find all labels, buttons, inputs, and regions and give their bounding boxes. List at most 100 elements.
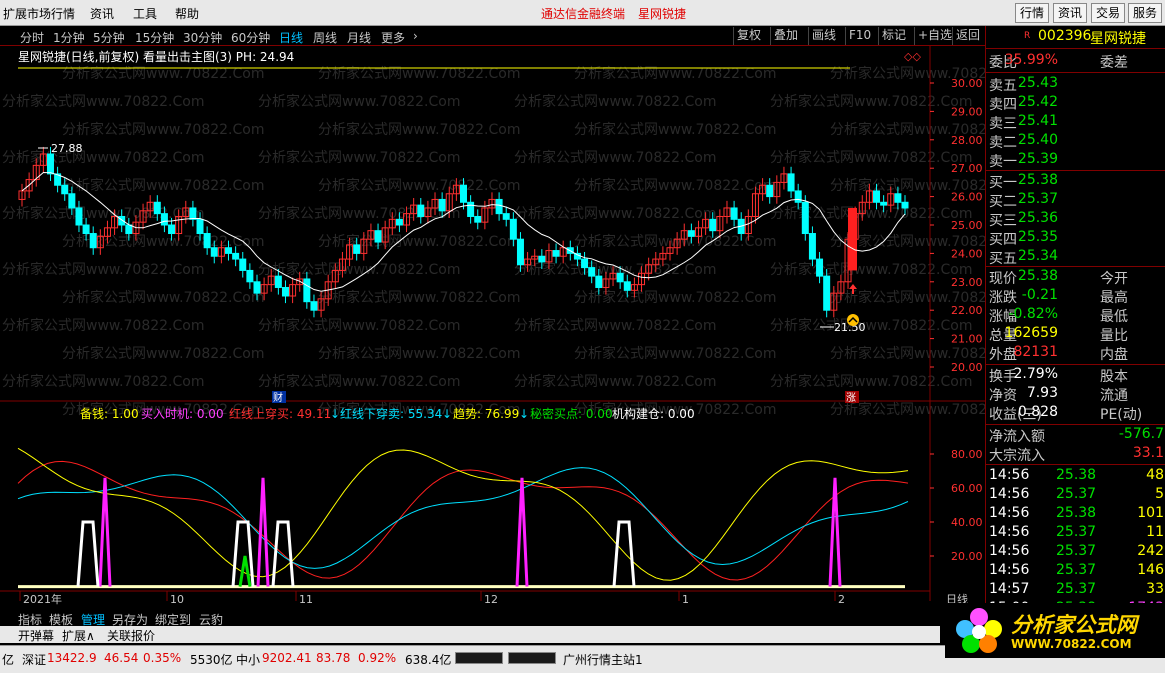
server-status[interactable]: 广州行情主站1 [563, 651, 643, 668]
draw-line-button[interactable]: 画线 [808, 27, 839, 45]
watermark-text: 分析家公式网www.70822.Com [514, 261, 716, 278]
stat-label-2: 今开 [1100, 271, 1128, 287]
f10-button[interactable]: F10 [845, 27, 874, 45]
indicator-tab-bar: 指标 模板 管理 另存为 绑定到 云豹 [0, 610, 940, 627]
candle-body [730, 207, 738, 220]
trade-button[interactable]: 交易 [1091, 3, 1126, 23]
stat-row: 总量 162659 量比 [986, 325, 1165, 344]
related-quote-button[interactable]: 关联报价 [107, 627, 155, 644]
watermark-text: 分析家公式网www.70822.Com [514, 205, 716, 222]
candle-body [616, 272, 624, 283]
period-tab-60min[interactable]: 60分钟 [231, 29, 270, 46]
watermark-text: 分析家公式网www.70822.Com [318, 233, 520, 250]
flow-row: 净流入额 -576.7 [986, 426, 1165, 445]
kline-chart[interactable]: 分析家公式网www.70822.Com 分析家公式网www.70822.Com 分析… [0, 46, 985, 610]
period-tab-5min[interactable]: 5分钟 [93, 29, 125, 46]
candle-body [203, 233, 211, 249]
info-label-2: 股本 [1100, 369, 1128, 385]
candle-body [623, 281, 631, 291]
candle-body [160, 213, 168, 226]
watermark-text: 分析家公式网www.70822.Com [574, 177, 776, 194]
separator [986, 464, 1165, 465]
candle-body [509, 218, 517, 240]
back-button[interactable]: 返回 [952, 27, 983, 45]
candle-body [516, 238, 524, 266]
candle-body [901, 201, 909, 209]
candle-body [823, 275, 831, 311]
period-tab-more[interactable]: 更多 [381, 29, 405, 46]
buy-zone-marker [76, 520, 100, 587]
tick-row: 14:56 25.37 11 [986, 524, 1165, 543]
stat-label-2: 内盘 [1100, 347, 1128, 363]
legend-mairu: 买入时机: 0.00 [141, 407, 224, 421]
red-line [17, 460, 909, 581]
buy-signal-icon[interactable] [847, 314, 859, 326]
extend-button[interactable]: 扩展∧ [62, 627, 95, 644]
stat-row: 涨跌 -0.21 最高 [986, 287, 1165, 306]
diamond-icon[interactable]: ◇◇ [904, 50, 921, 63]
stat-label-2: 最高 [1100, 290, 1128, 306]
period-tab-weekly[interactable]: 周线 [313, 29, 337, 46]
yellow-trend-line [17, 447, 909, 581]
news-button[interactable]: 资讯 [1053, 3, 1088, 23]
fuquan-button[interactable]: 复权 [733, 27, 764, 45]
menu-tools[interactable]: 工具 [133, 5, 157, 22]
candle-body [168, 224, 176, 235]
add-watchlist-button[interactable]: +自选 [914, 27, 955, 45]
watermark-text: 分析家公式网www.70822.Com [770, 317, 972, 334]
candle-body [353, 244, 361, 254]
sell-level-label: 卖一 [989, 154, 1017, 170]
stat-label: 涨跌 [989, 290, 1017, 306]
quote-button[interactable]: 行情 [1015, 3, 1050, 23]
candle-body [246, 269, 254, 283]
candle-body [89, 233, 97, 249]
sell-price: 25.41 [1017, 113, 1058, 129]
candle-body [153, 201, 161, 215]
tick-price: 25.38 [1056, 505, 1097, 521]
candle-body [239, 258, 247, 271]
menu-news[interactable]: 资讯 [90, 5, 114, 22]
watermark-text: 分析家公式网www.70822.Com [770, 261, 972, 278]
period-tab-timeshare[interactable]: 分时 [20, 29, 44, 46]
tick-price: 25.37 [1056, 486, 1097, 502]
chevron-right-icon[interactable]: › [413, 29, 418, 43]
zx-index: 9202.41 [262, 651, 312, 665]
buy-level-label: 买三 [989, 213, 1017, 229]
candle-body [495, 198, 503, 215]
app-title: 通达信金融终端 [541, 7, 626, 21]
overlay-button[interactable]: 叠加 [770, 27, 801, 45]
watermark-text: 分析家公式网www.70822.Com [318, 121, 520, 138]
sell-level-label: 卖二 [989, 135, 1017, 151]
buy-level-label: 买四 [989, 232, 1017, 248]
signal-bars-icon [508, 652, 556, 664]
legend-hongshang: 红线上穿买: 49.11 [229, 406, 331, 421]
watermark-text: 分析家公式网www.70822.Com [770, 373, 972, 390]
quote-panel: R 002396 星网锐捷 委比 35.99% 委差 卖五 25.43 卖四 25.4… [985, 26, 1165, 623]
candle-body [417, 204, 425, 217]
period-tab-15min[interactable]: 15分钟 [135, 29, 174, 46]
price-tick-label: 24.00 [951, 247, 983, 260]
buy-price: 25.34 [1017, 248, 1058, 264]
watermark-text: 分析家公式网www.70822.Com [514, 373, 716, 390]
tick-row: 14:56 25.37 5 [986, 486, 1165, 505]
candle-body [595, 275, 603, 288]
period-tab-30min[interactable]: 30分钟 [183, 29, 222, 46]
service-button[interactable]: 服务 [1128, 3, 1163, 23]
stock-header: R 002396 星网锐捷 [986, 28, 1165, 47]
period-tab-1min[interactable]: 1分钟 [53, 29, 85, 46]
danmu-button[interactable]: 开弹幕 [18, 627, 54, 644]
watermark-text: 分析家公式网www.70822.Com [514, 317, 716, 334]
extension-bar: 开弹幕 扩展∧ 关联报价 [0, 626, 940, 643]
signal-spike [256, 477, 270, 587]
period-tab-monthly[interactable]: 月线 [347, 29, 371, 46]
period-tab-daily[interactable]: 日线 [279, 29, 303, 46]
menu-extended-market[interactable]: 扩展市场行情 [3, 5, 75, 22]
sell-row: 卖五 25.43 [986, 75, 1165, 94]
svg-text:27.88: 27.88 [51, 142, 83, 155]
info-row: 净资 7.93 流通 [986, 385, 1165, 404]
candle-body [794, 190, 802, 203]
info-label-2: 流通 [1100, 388, 1128, 404]
menu-help[interactable]: 帮助 [175, 5, 199, 22]
stat-row: 现价 25.38 今开 [986, 268, 1165, 287]
mark-button[interactable]: 标记 [878, 27, 909, 45]
